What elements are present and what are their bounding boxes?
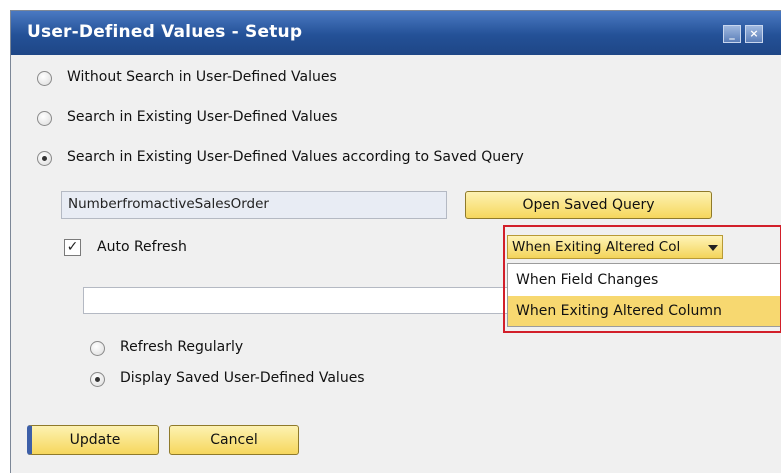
without-search-label: Without Search in User-Defined Values xyxy=(67,69,337,85)
selected-dot-icon xyxy=(95,377,100,382)
open-saved-query-button[interactable]: Open Saved Query xyxy=(465,191,712,219)
auto-refresh-label: Auto Refresh xyxy=(97,239,187,255)
title-bar[interactable]: User-Defined Values - Setup _ × xyxy=(11,11,781,55)
saved-query-field[interactable]: NumberfromactiveSalesOrder xyxy=(61,191,447,219)
dialog-title: User-Defined Values - Setup xyxy=(27,22,303,42)
search-saved-query-label: Search in Existing User-Defined Values a… xyxy=(67,149,524,165)
minimize-icon[interactable]: _ xyxy=(723,25,741,43)
radio-search-existing[interactable] xyxy=(37,111,52,126)
highlight-frame xyxy=(503,225,781,333)
update-button[interactable]: Update xyxy=(27,425,159,455)
auto-refresh-checkbox[interactable]: ✓ xyxy=(64,239,81,256)
display-saved-label: Display Saved User-Defined Values xyxy=(120,370,365,386)
search-existing-label: Search in Existing User-Defined Values xyxy=(67,109,338,125)
setup-dialog: User-Defined Values - Setup _ × Without … xyxy=(10,10,781,473)
refresh-interval-field[interactable] xyxy=(83,287,523,314)
cancel-button[interactable]: Cancel xyxy=(169,425,299,455)
radio-search-saved-query[interactable] xyxy=(37,151,52,166)
close-icon[interactable]: × xyxy=(745,25,763,43)
radio-refresh-regularly[interactable] xyxy=(90,341,105,356)
radio-display-saved[interactable] xyxy=(90,372,105,387)
refresh-regularly-label: Refresh Regularly xyxy=(120,339,244,355)
radio-without-search[interactable] xyxy=(37,71,52,86)
selected-dot-icon xyxy=(42,156,47,161)
